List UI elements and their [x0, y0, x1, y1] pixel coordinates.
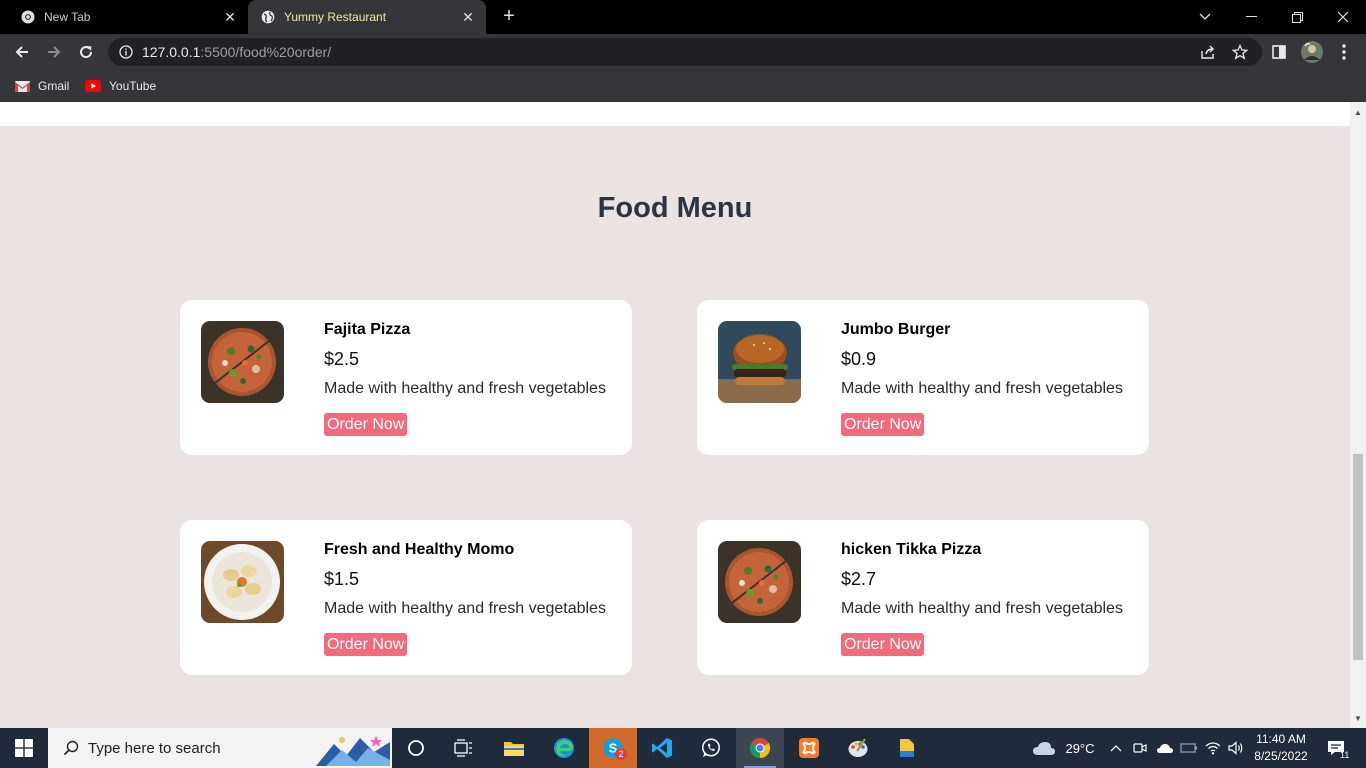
- scroll-up-arrow[interactable]: ▲: [1350, 104, 1366, 120]
- edge-icon[interactable]: [540, 728, 588, 768]
- side-panel-icon[interactable]: [1265, 38, 1293, 66]
- tab-search-icon[interactable]: [1182, 0, 1228, 34]
- bookmark-gmail[interactable]: Gmail: [14, 76, 69, 96]
- tab-new-tab[interactable]: New Tab ✕: [8, 0, 248, 34]
- file-explorer-icon[interactable]: [490, 728, 538, 768]
- windows-taskbar: Type here to search S 2 29°C 11:40 AM 8/…: [0, 728, 1366, 768]
- header-strip: [0, 102, 1350, 126]
- onedrive-cloud-icon[interactable]: [1154, 728, 1176, 768]
- wifi-icon[interactable]: [1202, 728, 1224, 768]
- order-now-button[interactable]: Order Now: [841, 633, 925, 656]
- vertical-scrollbar[interactable]: ▲ ▼: [1350, 102, 1366, 728]
- bookmark-label: Gmail: [38, 79, 70, 93]
- food-price: $1.5: [324, 569, 360, 589]
- food-name: hicken Tikka Pizza: [841, 541, 982, 558]
- share-icon[interactable]: [1194, 38, 1222, 66]
- tab-label: Yummy Restaurant: [284, 10, 387, 24]
- bookmark-youtube[interactable]: YouTube: [85, 76, 156, 96]
- skype-icon[interactable]: S 2: [589, 728, 637, 768]
- chrome-menu-icon[interactable]: [1330, 38, 1358, 66]
- menu-card: Fresh and Healthy Momo $1.5 Made with he…: [180, 520, 632, 675]
- windows-start-button[interactable]: [0, 728, 48, 768]
- food-name: Jumbo Burger: [841, 321, 951, 338]
- scroll-down-arrow[interactable]: ▼: [1350, 710, 1366, 726]
- menu-card: Fajita Pizza $2.5 Made with healthy and …: [180, 300, 632, 455]
- restore-button[interactable]: [1274, 0, 1320, 34]
- notification-badge: 2: [615, 748, 627, 760]
- food-price: $2.7: [841, 569, 877, 589]
- weather-cloud-icon[interactable]: [1030, 728, 1058, 768]
- youtube-icon: [85, 80, 101, 92]
- food-name: Fajita Pizza: [324, 321, 411, 338]
- new-tab-button[interactable]: +: [498, 6, 520, 28]
- food-description: Made with healthy and fresh vegetables: [324, 600, 606, 617]
- food-image-pizza: [718, 541, 801, 623]
- food-description: Made with healthy and fresh vegetables: [841, 600, 1123, 617]
- notification-count: 11: [1340, 750, 1350, 760]
- bookmark-label: YouTube: [109, 79, 157, 93]
- back-button[interactable]: [8, 38, 36, 66]
- notification-center-icon[interactable]: 11: [1318, 728, 1354, 768]
- xampp-icon[interactable]: [785, 728, 833, 768]
- food-image-pizza: [201, 321, 284, 403]
- food-description: Made with healthy and fresh vegetables: [324, 380, 606, 397]
- tab-label: New Tab: [44, 10, 91, 24]
- reload-button[interactable]: [72, 38, 100, 66]
- scroll-thumb[interactable]: [1353, 454, 1363, 660]
- food-description: Made with healthy and fresh vegetables: [841, 380, 1123, 397]
- address-bar[interactable]: 127.0.0.1:5500/food%20order/: [108, 38, 1262, 66]
- volume-icon[interactable]: [1226, 728, 1246, 768]
- clock-time: 11:40 AM: [1256, 732, 1306, 746]
- chrome-taskbar-icon[interactable]: [736, 728, 784, 768]
- whatsapp-icon[interactable]: [687, 728, 735, 768]
- close-tab-icon[interactable]: ✕: [220, 7, 240, 27]
- bookmarks-bar: Gmail YouTube: [0, 70, 1366, 102]
- search-placeholder: Type here to search: [88, 739, 221, 757]
- meet-now-icon[interactable]: [1130, 728, 1150, 768]
- page-title: Food Menu: [597, 192, 753, 224]
- profile-avatar[interactable]: [1298, 38, 1326, 66]
- food-price: $0.9: [841, 349, 877, 369]
- globe-icon: [260, 9, 276, 25]
- minimize-button[interactable]: [1228, 0, 1274, 34]
- food-price: $2.5: [324, 349, 360, 369]
- forward-button[interactable]: [40, 38, 68, 66]
- close-tab-icon[interactable]: ✕: [458, 7, 478, 27]
- chrome-icon: [20, 9, 36, 25]
- file-icon[interactable]: [883, 728, 931, 768]
- close-window-button[interactable]: [1320, 0, 1366, 34]
- task-view-icon[interactable]: [440, 728, 488, 768]
- browser-tab-bar: New Tab ✕ Yummy Restaurant ✕ +: [0, 0, 1366, 34]
- search-highlight-art: [316, 732, 390, 766]
- show-hidden-icons-chevron-up-icon[interactable]: [1106, 728, 1126, 768]
- url-text: 127.0.0.1:5500/food%20order/: [142, 44, 332, 60]
- food-image-burger: [718, 321, 801, 403]
- vscode-icon[interactable]: [638, 728, 686, 768]
- menu-card: Jumbo Burger $0.9 Made with healthy and …: [697, 300, 1149, 455]
- search-icon: [62, 739, 80, 757]
- weather-temperature[interactable]: 29°C: [1060, 728, 1100, 768]
- taskbar-search-box[interactable]: Type here to search: [48, 728, 392, 768]
- tab-yummy-restaurant[interactable]: Yummy Restaurant ✕: [248, 0, 486, 34]
- browser-toolbar: 127.0.0.1:5500/food%20order/: [0, 34, 1366, 70]
- clock-date: 8/25/2022: [1254, 749, 1308, 763]
- page-viewport: Food Menu Fajita Pizza $2.5 Made with he…: [0, 102, 1350, 728]
- battery-icon[interactable]: [1178, 728, 1200, 768]
- order-now-button[interactable]: Order Now: [324, 633, 408, 656]
- order-now-button[interactable]: Order Now: [841, 413, 925, 436]
- taskbar-clock[interactable]: 11:40 AM 8/25/2022: [1248, 731, 1314, 765]
- food-image-momo: [201, 541, 284, 623]
- cortana-icon[interactable]: [392, 728, 440, 768]
- menu-card: hicken Tikka Pizza $2.7 Made with health…: [697, 520, 1149, 675]
- bookmark-star-icon[interactable]: [1226, 38, 1254, 66]
- info-icon[interactable]: [118, 44, 134, 60]
- order-now-button[interactable]: Order Now: [324, 413, 408, 436]
- paint-icon[interactable]: [834, 728, 882, 768]
- food-name: Fresh and Healthy Momo: [324, 541, 515, 558]
- gmail-icon: [14, 80, 30, 92]
